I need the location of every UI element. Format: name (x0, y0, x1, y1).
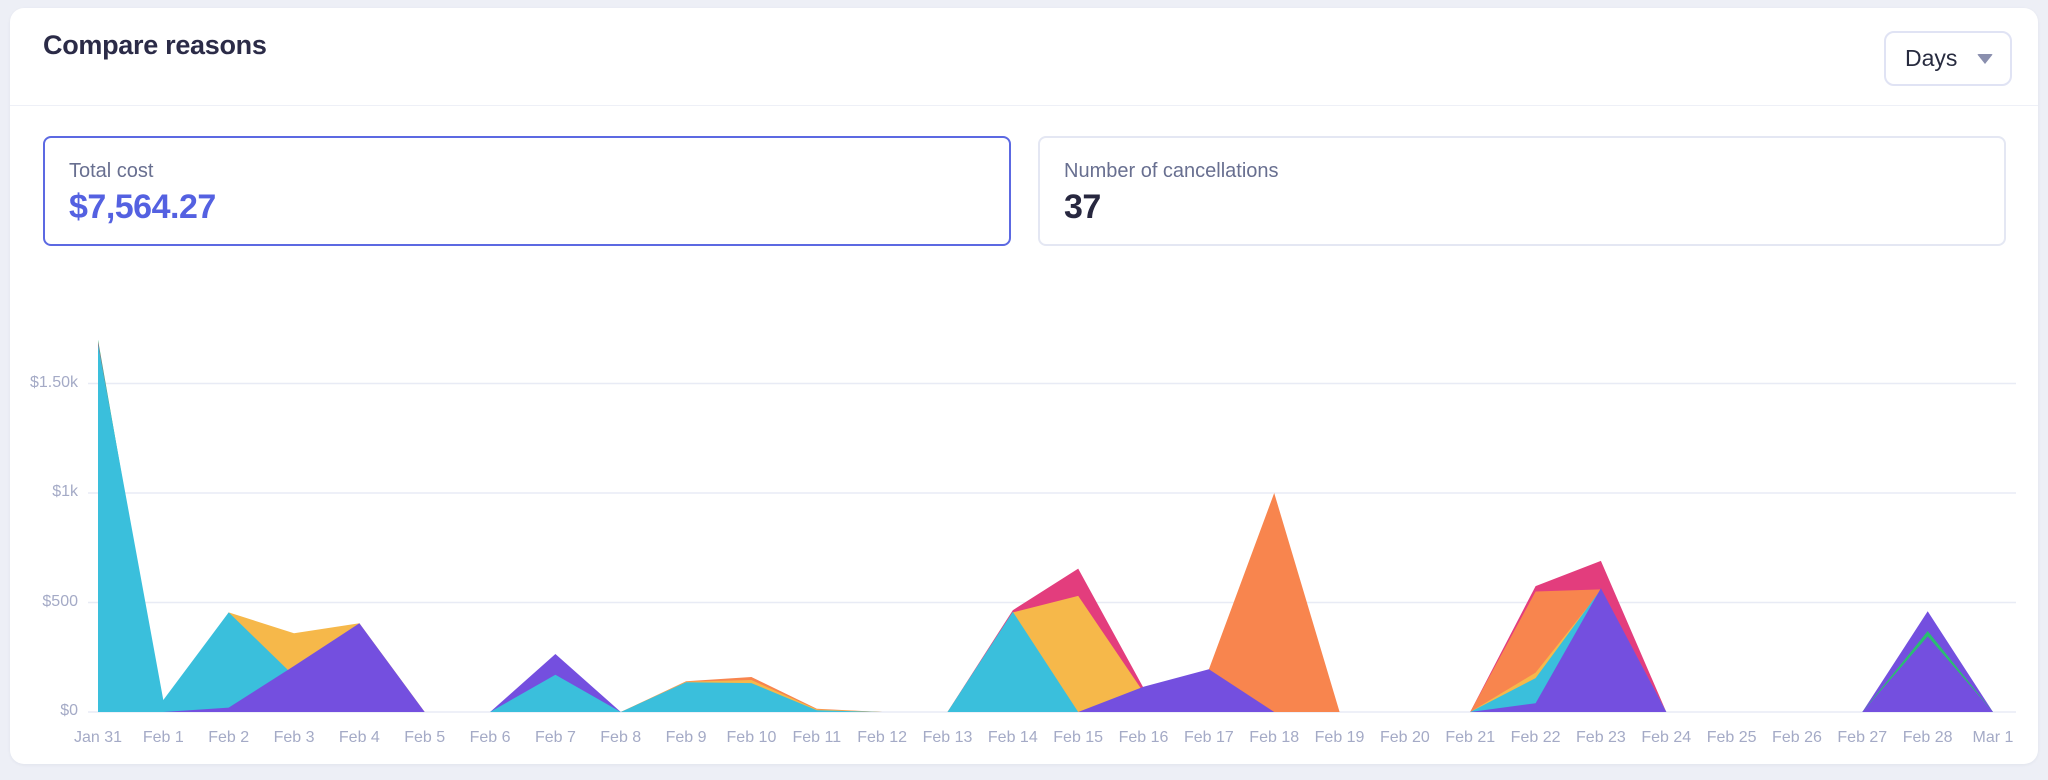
page: Compare reasons Days Total cost $7,564.2… (0, 0, 2048, 780)
y-axis-tick-label: $1k (52, 483, 78, 500)
y-axis-tick-label: $1.50k (29, 373, 78, 391)
y-axis-tick-label: $0 (60, 702, 78, 719)
y-axis-tick-label: $500 (42, 592, 78, 610)
area-chart[interactable] (0, 0, 2048, 780)
x-axis-tick-label: Mar 1 (1972, 729, 2014, 746)
